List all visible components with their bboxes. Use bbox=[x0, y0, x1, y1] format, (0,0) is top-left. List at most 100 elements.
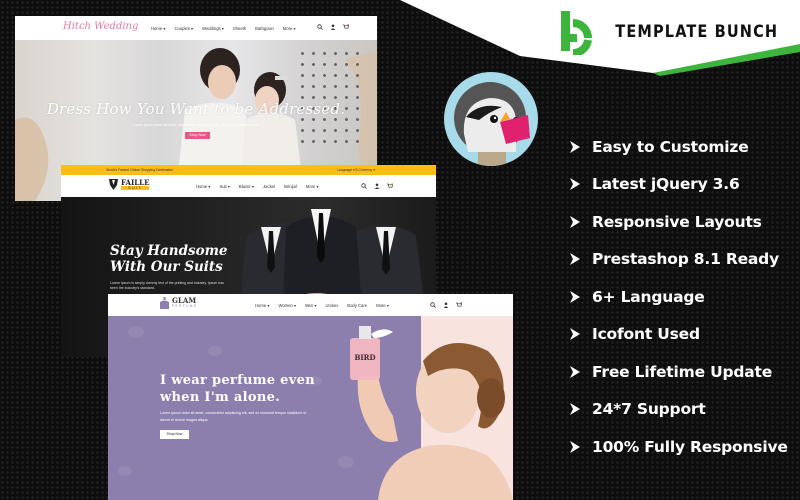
language-currency-selector[interactable]: Language ▾ $ Currency ▾ bbox=[337, 168, 375, 172]
perfume-theme-preview: GLAM PERFUME Home ▾ Women ▾ Men ▾ Unisex… bbox=[108, 294, 513, 500]
feature-item: Easy to Customize bbox=[570, 128, 800, 166]
perfume-header: GLAM PERFUME Home ▾ Women ▾ Men ▾ Unisex… bbox=[108, 294, 513, 316]
arrow-right-icon bbox=[570, 328, 580, 341]
feature-label: 100% Fully Responsive bbox=[592, 437, 788, 456]
feature-item: 6+ Language bbox=[570, 278, 800, 316]
brand-logo: TEMPLATE BUNCH bbox=[559, 8, 782, 56]
feature-item: 24*7 Support bbox=[570, 391, 800, 429]
arrow-right-icon bbox=[570, 178, 580, 191]
decorative-pattern bbox=[208, 346, 222, 356]
suit-header: FAILLE SUIT Home ▾ Suit ▾ Blazer ▾ Jacke… bbox=[61, 175, 436, 197]
suit-hero-subtitle: Lorem Ipsum is simply dummy text of the … bbox=[110, 281, 224, 290]
perfume-hero-title-line: when I'm alone. bbox=[160, 390, 281, 405]
prestashop-logo bbox=[444, 72, 538, 166]
nav-link[interactable]: Home ▾ bbox=[151, 26, 165, 31]
feature-label: Easy to Customize bbox=[592, 137, 749, 156]
user-icon[interactable] bbox=[443, 302, 449, 308]
feature-label: Responsive Layouts bbox=[592, 212, 762, 231]
decorative-dots bbox=[297, 48, 363, 143]
nav-link[interactable]: Weddings ▾ bbox=[202, 26, 224, 31]
perfume-hero-banner: BIRD I wear perfume even when I'm alone.… bbox=[108, 316, 513, 500]
suit-hero-title-line: Stay Handsome bbox=[110, 243, 228, 259]
puffin-icon bbox=[454, 82, 530, 166]
arrow-right-icon bbox=[570, 440, 580, 453]
feature-label: Latest jQuery 3.6 bbox=[592, 175, 740, 194]
cart-icon[interactable] bbox=[456, 302, 462, 308]
feature-item: Icofont Used bbox=[570, 316, 800, 354]
nav-link[interactable]: Body Care bbox=[347, 303, 367, 308]
suit-topbar: World's Fastest Online Shopping Destinat… bbox=[61, 165, 436, 175]
perfume-logo-icon bbox=[160, 297, 169, 309]
wedding-header: Hitch Wedding Home ▾ Couples ▾ Weddings … bbox=[15, 16, 377, 40]
nav-link[interactable]: Bathgown bbox=[255, 26, 274, 31]
user-icon[interactable] bbox=[330, 24, 336, 30]
user-icon[interactable] bbox=[374, 183, 380, 189]
decorative-pattern bbox=[118, 466, 132, 476]
nav-link[interactable]: Unisex bbox=[325, 303, 338, 308]
search-icon[interactable] bbox=[317, 24, 323, 30]
wedding-hero-subtitle: Lorem ipsum dolor sit amet, consectetur … bbox=[132, 123, 260, 127]
nav-link[interactable]: More ▾ bbox=[306, 184, 319, 189]
arrow-right-icon bbox=[570, 215, 580, 228]
nav-link[interactable]: Couples ▾ bbox=[174, 26, 193, 31]
feature-label: Icofont Used bbox=[592, 325, 700, 344]
nav-link[interactable]: Suit ▾ bbox=[219, 184, 229, 189]
feature-item: Responsive Layouts bbox=[570, 203, 800, 241]
feature-label: Free Lifetime Update bbox=[592, 362, 773, 381]
feature-label: 24*7 Support bbox=[592, 400, 706, 419]
nav-link[interactable]: Sheeth bbox=[233, 26, 246, 31]
cart-icon[interactable] bbox=[387, 183, 393, 189]
perfume-hero-title-line: I wear perfume even bbox=[160, 373, 315, 388]
feature-item: 100% Fully Responsive bbox=[570, 428, 800, 466]
perfume-bottle-label: BIRD bbox=[354, 353, 375, 362]
wedding-hero-title: Dress How You Want to be Addressed. bbox=[46, 100, 346, 118]
feature-item: Prestashop 8.1 Ready bbox=[570, 241, 800, 279]
wedding-header-icons bbox=[317, 24, 349, 30]
nav-link[interactable]: More ▾ bbox=[283, 26, 296, 31]
nav-link[interactable]: Men ▾ bbox=[305, 303, 316, 308]
arrow-right-icon bbox=[570, 253, 580, 266]
arrow-right-icon bbox=[570, 365, 580, 378]
nav-link[interactable]: Home ▾ bbox=[196, 184, 210, 189]
wedding-logo[interactable]: Hitch Wedding bbox=[63, 21, 138, 32]
nav-link[interactable]: Blazer ▾ bbox=[239, 184, 254, 189]
perfume-logo[interactable]: GLAM PERFUME bbox=[160, 297, 197, 309]
arrow-right-icon bbox=[570, 290, 580, 303]
template-bunch-logo-icon bbox=[560, 11, 592, 55]
shop-now-button[interactable]: Shop Now bbox=[160, 430, 189, 439]
perfume-hero-title: I wear perfume even when I'm alone. bbox=[160, 372, 315, 406]
feature-label: Prestashop 8.1 Ready bbox=[592, 250, 779, 269]
brand-name: TEMPLATE BUNCH bbox=[614, 22, 778, 42]
search-icon[interactable] bbox=[361, 183, 367, 189]
search-icon[interactable] bbox=[430, 302, 436, 308]
suit-logo-text: FAILLE bbox=[121, 178, 150, 187]
nav-link[interactable]: Home ▾ bbox=[255, 303, 269, 308]
feature-item: Latest jQuery 3.6 bbox=[570, 166, 800, 204]
perfume-header-icons bbox=[430, 302, 462, 308]
perfume-hero-subtitle: Lorem ipsum dolor sit amet, consectetur … bbox=[160, 411, 307, 422]
suit-hero-title: Stay Handsome With Our Suits bbox=[110, 243, 228, 275]
nav-link[interactable]: Women ▾ bbox=[278, 303, 296, 308]
suit-logo[interactable]: FAILLE SUIT bbox=[109, 178, 150, 190]
perfume-logo-subtext: PERFUME bbox=[172, 304, 198, 308]
nav-link[interactable]: Brinijal bbox=[284, 184, 297, 189]
decorative-pattern bbox=[128, 326, 144, 338]
feature-list: Easy to Customize Latest jQuery 3.6 Resp… bbox=[570, 128, 800, 466]
suit-hero-title-line: With Our Suits bbox=[110, 259, 223, 275]
woman-with-perfume-image: BIRD bbox=[350, 326, 513, 500]
perfume-nav: Home ▾ Women ▾ Men ▾ Unisex Body Care Mo… bbox=[255, 303, 389, 308]
cart-icon[interactable] bbox=[343, 24, 349, 30]
shop-now-button[interactable]: Shop Now bbox=[185, 132, 210, 139]
nav-link[interactable]: More ▾ bbox=[376, 303, 389, 308]
suit-logo-icon bbox=[109, 179, 118, 190]
topbar-message: World's Fastest Online Shopping Destinat… bbox=[106, 168, 174, 172]
nav-link[interactable]: Jacket bbox=[263, 184, 275, 189]
arrow-right-icon bbox=[570, 140, 580, 153]
suit-nav: Home ▾ Suit ▾ Blazer ▾ Jacket Brinijal M… bbox=[196, 184, 319, 189]
arrow-right-icon bbox=[570, 403, 580, 416]
feature-item: Free Lifetime Update bbox=[570, 353, 800, 391]
wedding-nav: Home ▾ Couples ▾ Weddings ▾ Sheeth Bathg… bbox=[151, 26, 296, 31]
suit-header-icons bbox=[361, 183, 393, 189]
feature-label: 6+ Language bbox=[592, 287, 705, 306]
perfume-logo-text: GLAM bbox=[172, 296, 197, 305]
